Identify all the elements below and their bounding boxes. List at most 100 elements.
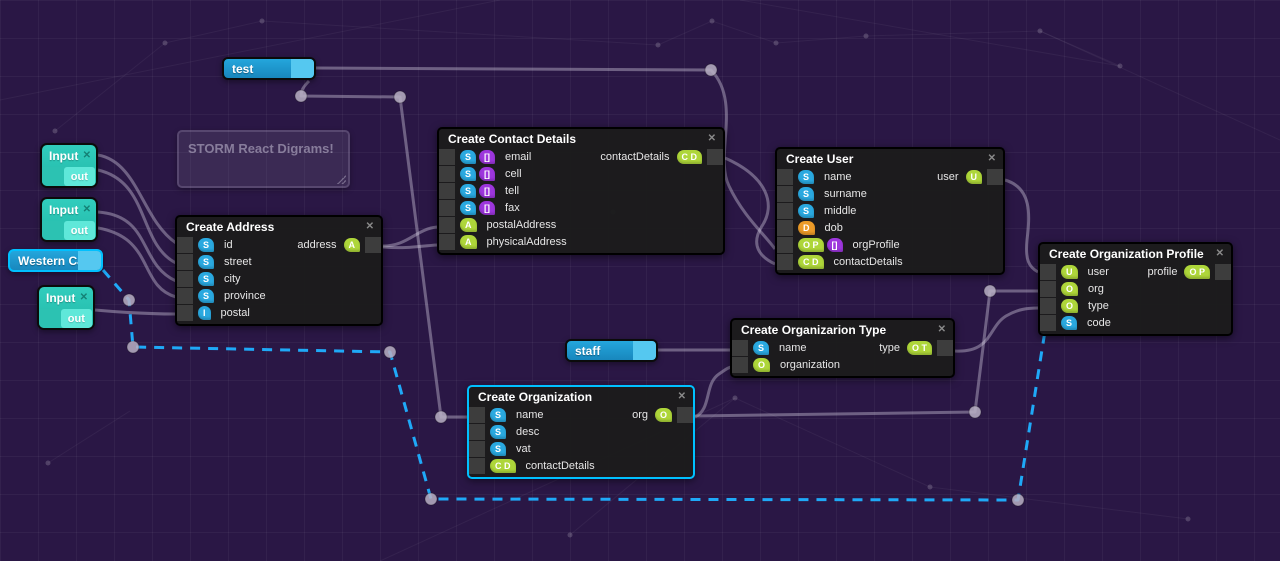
port-in[interactable] — [777, 169, 793, 185]
port-in[interactable] — [732, 357, 748, 373]
close-icon[interactable]: ✕ — [1216, 249, 1224, 259]
port-in[interactable] — [439, 234, 455, 250]
port-in[interactable] — [777, 220, 793, 236]
port-in[interactable] — [439, 166, 455, 182]
port-out[interactable] — [677, 407, 693, 423]
background-dot — [863, 33, 869, 39]
close-icon[interactable]: ✕ — [988, 154, 996, 164]
note-text: STORM React Digrams! — [188, 141, 334, 156]
node-create-organizarion-type[interactable]: Create Organizarion Type ✕ Sname type O T Oor… — [730, 318, 955, 378]
out-port-label: user — [937, 171, 959, 183]
port-in[interactable] — [1040, 315, 1056, 331]
port-in[interactable] — [439, 200, 455, 216]
port-label: contactDetails — [833, 256, 903, 268]
port-label: postal — [220, 307, 250, 319]
node-create-address[interactable]: Create Address ✕ Sid address A Sstreet Scity Sp… — [175, 215, 383, 326]
link-create-organizarion-type-type-to-create-organization-profile-type[interactable] — [954, 306, 1039, 353]
port-out[interactable] — [365, 237, 381, 253]
port-in[interactable] — [732, 340, 748, 356]
out-port-org: org O — [632, 407, 693, 423]
link-point[interactable] — [1011, 493, 1025, 507]
link-point[interactable] — [424, 492, 438, 506]
node-title-bar: Create Organization Profile ✕ — [1040, 244, 1231, 264]
node-input-1[interactable]: Input ✕ out — [40, 143, 98, 188]
port-in[interactable] — [469, 407, 485, 423]
port-label: type — [1088, 300, 1109, 312]
port-in[interactable] — [469, 458, 485, 474]
close-icon[interactable]: ✕ — [83, 205, 91, 215]
port-in[interactable] — [777, 237, 793, 253]
port-in[interactable] — [1040, 281, 1056, 297]
port-out[interactable]: out — [60, 309, 92, 328]
port-in[interactable] — [177, 288, 193, 304]
port-out[interactable]: out — [63, 167, 95, 186]
link-point[interactable] — [968, 405, 982, 419]
close-icon[interactable]: ✕ — [938, 325, 946, 335]
port-in[interactable] — [777, 186, 793, 202]
port-in[interactable] — [1040, 298, 1056, 314]
node-input-2[interactable]: Input ✕ out — [40, 197, 98, 242]
close-icon[interactable]: ✕ — [708, 134, 716, 144]
port-in[interactable] — [177, 254, 193, 270]
node-test[interactable]: test — [222, 57, 316, 80]
node-input-3[interactable]: Input ✕ out — [37, 285, 95, 330]
port-out[interactable] — [937, 340, 953, 356]
port-row-user: Uuser profile O P — [1040, 264, 1231, 280]
out-band: out — [42, 221, 96, 240]
link-point[interactable] — [294, 89, 308, 103]
link-point[interactable] — [983, 284, 997, 298]
node-title-text: Create Organization Profile — [1049, 247, 1204, 261]
port-out[interactable] — [633, 341, 656, 360]
link-input-3-out-to-create-address-postal[interactable] — [94, 308, 177, 316]
node-rows: Sname org O Sdesc Svat C DcontactDetails — [469, 407, 693, 477]
close-icon[interactable]: ✕ — [80, 293, 88, 303]
port-row-province: Sprovince — [177, 288, 381, 304]
node-create-user[interactable]: Create User ✕ Sname user U Ssurname Smiddle Ddo… — [775, 147, 1005, 275]
node-staff[interactable]: staff — [565, 339, 658, 362]
port-in[interactable] — [469, 424, 485, 440]
node-western-cap[interactable]: Western Cap — [8, 249, 103, 272]
port-out[interactable] — [78, 251, 101, 270]
close-icon[interactable]: ✕ — [83, 151, 91, 161]
link-point[interactable] — [126, 340, 140, 354]
background-dot — [709, 18, 715, 24]
port-out[interactable] — [707, 149, 723, 165]
link-point[interactable] — [434, 410, 448, 424]
link-point[interactable] — [393, 90, 407, 104]
node-create-organization-profile[interactable]: Create Organization Profile ✕ Uuser profile… — [1038, 242, 1233, 336]
port-in[interactable] — [777, 203, 793, 219]
port-in[interactable] — [439, 183, 455, 199]
link-create-organization-org-to-create-organizarion-type-organization[interactable] — [694, 365, 732, 419]
port-in[interactable] — [1040, 264, 1056, 280]
link-input-2-out-to-create-address-province[interactable] — [97, 226, 177, 299]
port-in[interactable] — [439, 149, 455, 165]
close-icon[interactable]: ✕ — [678, 392, 686, 402]
background-constellation-line — [775, 35, 867, 44]
link-create-contact-details-contactdetails-to-create-user-contactdetails[interactable] — [724, 156, 776, 266]
node-create-organization[interactable]: Create Organization ✕ Sname org O Sdesc Svat C … — [467, 385, 695, 479]
port-out[interactable] — [291, 59, 314, 78]
node-create-contact-details[interactable]: Create Contact Details ✕ S[] email contactDe… — [437, 127, 725, 255]
port-label: city — [224, 273, 241, 285]
link-create-user-user-to-create-organization-profile-user[interactable] — [1004, 178, 1039, 274]
port-label: tell — [505, 185, 520, 197]
port-in[interactable] — [177, 237, 193, 253]
port-in[interactable] — [439, 217, 455, 233]
resize-handle-icon[interactable] — [337, 175, 346, 184]
node-rows: Uuser profile O P Oorg Otype Scode — [1040, 264, 1231, 334]
link-create-address-address-to-create-contact-details-postaladdress[interactable] — [382, 225, 438, 248]
port-out[interactable]: out — [63, 221, 95, 240]
port-out[interactable] — [1215, 264, 1231, 280]
note-node[interactable]: STORM React Digrams! — [177, 130, 350, 188]
diagram-canvas[interactable]: STORM React Digrams! Create Address ✕ Sid a… — [0, 0, 1280, 561]
port-in[interactable] — [177, 271, 193, 287]
port-out[interactable] — [987, 169, 1003, 185]
link-input-2-out-to-create-address-city[interactable] — [97, 210, 177, 283]
port-in[interactable] — [177, 305, 193, 321]
port-in[interactable] — [469, 441, 485, 457]
link-point[interactable] — [704, 63, 718, 77]
close-icon[interactable]: ✕ — [366, 222, 374, 232]
link-point[interactable] — [122, 293, 136, 307]
link-point[interactable] — [383, 345, 397, 359]
port-in[interactable] — [777, 254, 793, 270]
